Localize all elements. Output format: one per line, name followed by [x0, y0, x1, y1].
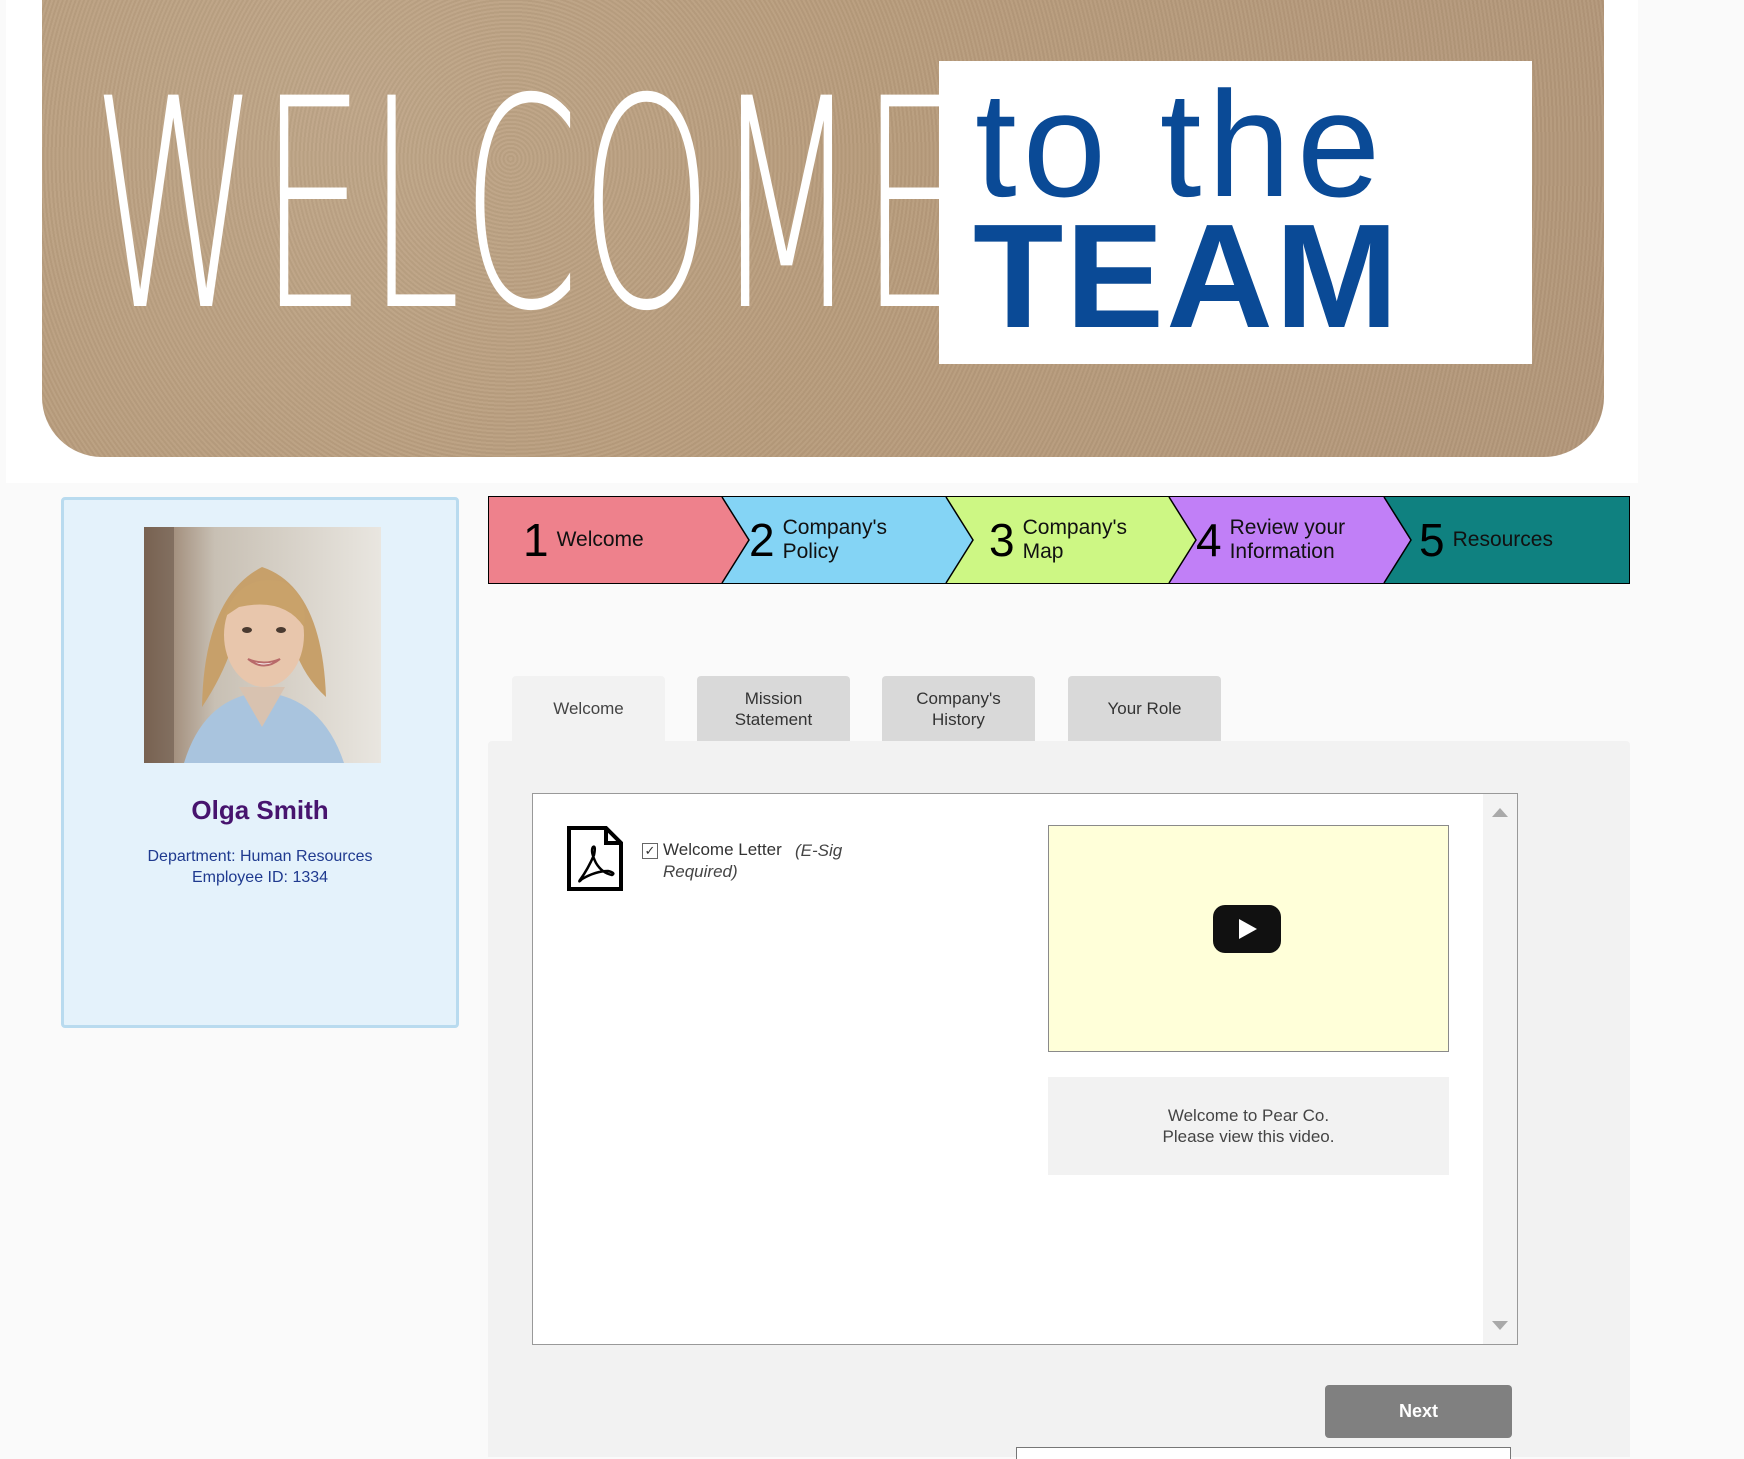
- welcome-video[interactable]: [1048, 825, 1449, 1052]
- step-number: 3: [989, 514, 1015, 566]
- step-number: 1: [523, 514, 549, 566]
- pdf-icon[interactable]: [566, 825, 624, 892]
- employee-id: Employee ID: 1334: [191, 869, 329, 886]
- tab-welcome[interactable]: Welcome: [512, 676, 665, 742]
- step-label: Welcome: [556, 527, 644, 551]
- avatar: [144, 527, 381, 763]
- step-number: 2: [749, 514, 775, 566]
- scroll-down-icon[interactable]: [1492, 1321, 1508, 1330]
- tab-mission-statement[interactable]: Mission Statement: [697, 676, 850, 742]
- step-number: 5: [1419, 514, 1445, 566]
- step-label: Company's Policy: [782, 515, 887, 563]
- employee-profile-card: Olga Smith Department: Human Resources E…: [61, 497, 459, 1028]
- welcome-content-area: ✓ Welcome Letter (E-Sig Required) Welcom…: [532, 793, 1518, 1345]
- banner-team-text: TEAM: [973, 194, 1401, 359]
- step-company-policy[interactable]: 2 Company's Policy: [749, 497, 939, 583]
- step-label: Resources: [1452, 527, 1553, 551]
- step-company-map[interactable]: 3 Company's Map: [989, 497, 1159, 583]
- banner-welcome-text: WELCOME: [92, 38, 968, 375]
- esig-required-note: (E-Sig Required): [663, 841, 843, 881]
- employee-department: Department: Human Resources: [147, 848, 373, 865]
- tab-company-history[interactable]: Company's History: [882, 676, 1035, 742]
- scroll-up-icon[interactable]: [1492, 808, 1508, 817]
- caption-line-2: Please view this video.: [1162, 1127, 1335, 1146]
- partial-element: [1016, 1447, 1511, 1459]
- step-label: Review your Information: [1229, 515, 1346, 563]
- employee-name: Olga Smith: [191, 795, 329, 825]
- welcome-banner: WELCOME to the TEAM: [6, 0, 1638, 483]
- tab-your-role[interactable]: Your Role: [1068, 676, 1221, 742]
- video-caption: Welcome to Pear Co. Please view this vid…: [1048, 1077, 1449, 1175]
- play-icon[interactable]: [1213, 905, 1281, 953]
- step-welcome[interactable]: 1 Welcome: [523, 497, 723, 583]
- step-review-information[interactable]: 4 Review your Information: [1196, 497, 1381, 583]
- caption-line-1: Welcome to Pear Co.: [1167, 1106, 1330, 1125]
- step-label: Company's Map: [1022, 515, 1127, 563]
- banner-team-card: to the TEAM: [939, 61, 1532, 364]
- step-resources[interactable]: 5 Resources: [1419, 497, 1619, 583]
- content-scrollbar[interactable]: [1483, 794, 1517, 1344]
- welcome-letter-checkbox[interactable]: ✓: [642, 843, 658, 859]
- step-number: 4: [1196, 514, 1222, 566]
- onboarding-steps: 1 Welcome 2 Company's Policy 3 Company's…: [488, 496, 1630, 584]
- next-button[interactable]: Next: [1325, 1385, 1512, 1438]
